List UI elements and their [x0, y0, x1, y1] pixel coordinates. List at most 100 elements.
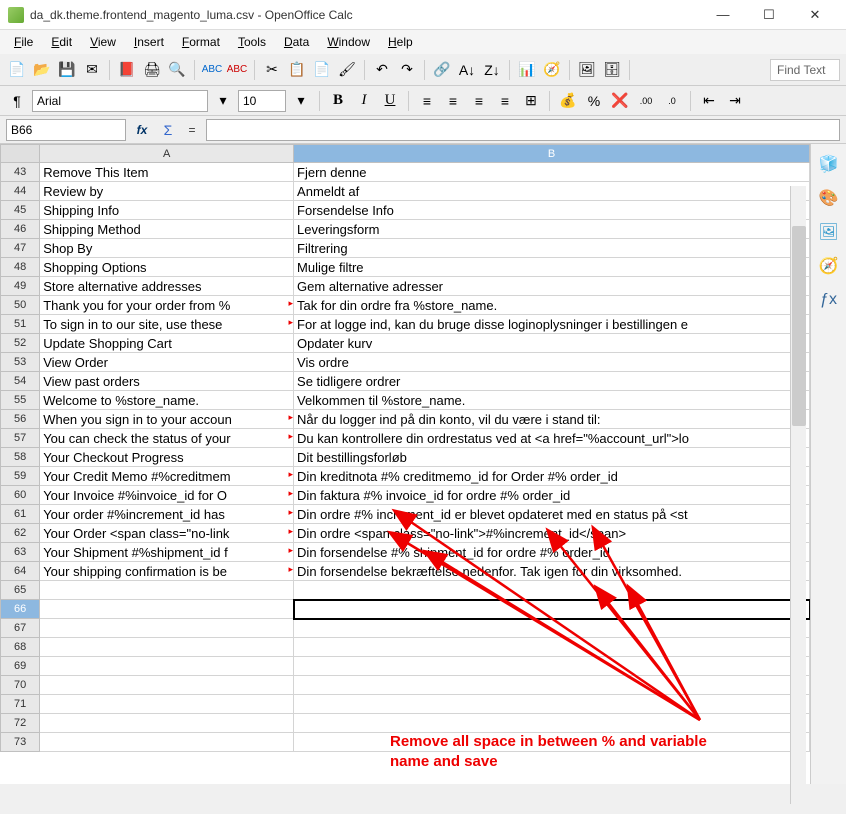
- open-icon[interactable]: 📂: [31, 59, 53, 81]
- cell[interactable]: Mulige filtre: [294, 258, 810, 277]
- row-header[interactable]: 73: [1, 733, 40, 752]
- cell[interactable]: [294, 657, 810, 676]
- add-decimal-icon[interactable]: .00: [635, 90, 657, 112]
- row-header[interactable]: 53: [1, 353, 40, 372]
- cell[interactable]: Din ordre #% increment_id er blevet opda…: [294, 505, 810, 524]
- cell[interactable]: Shop By: [40, 239, 294, 258]
- row-header[interactable]: 50: [1, 296, 40, 315]
- cell[interactable]: Dit bestillingsforløb: [294, 448, 810, 467]
- cell[interactable]: [294, 676, 810, 695]
- styles-icon[interactable]: ¶: [6, 90, 28, 112]
- cell[interactable]: [294, 581, 810, 600]
- row-header[interactable]: 61: [1, 505, 40, 524]
- row-header[interactable]: 71: [1, 695, 40, 714]
- row-header[interactable]: 44: [1, 182, 40, 201]
- bold-button[interactable]: B: [327, 90, 349, 112]
- spellcheck-icon[interactable]: ABC: [201, 59, 223, 81]
- decrease-indent-icon[interactable]: ⇤: [698, 90, 720, 112]
- cell[interactable]: Se tidligere ordrer: [294, 372, 810, 391]
- row-header[interactable]: 64: [1, 562, 40, 581]
- hyperlink-icon[interactable]: 🔗: [431, 59, 453, 81]
- datasource-icon[interactable]: 🗄: [601, 59, 623, 81]
- cell[interactable]: Vis ordre: [294, 353, 810, 372]
- cell[interactable]: Du kan kontrollere din ordrestatus ved a…: [294, 429, 810, 448]
- cell[interactable]: [294, 733, 810, 752]
- currency-icon[interactable]: 💰: [557, 90, 579, 112]
- cell[interactable]: Fjern denne: [294, 163, 810, 182]
- cell[interactable]: [294, 619, 810, 638]
- function-wizard-icon[interactable]: fx: [132, 120, 152, 140]
- standard-format-icon[interactable]: ❌: [609, 90, 631, 112]
- cell[interactable]: Når du logger ind på din konto, vil du v…: [294, 410, 810, 429]
- cell[interactable]: [40, 714, 294, 733]
- menu-help[interactable]: Help: [380, 33, 421, 51]
- sum-icon[interactable]: Σ: [158, 120, 178, 140]
- cell[interactable]: When you sign in to your accoun: [40, 410, 294, 429]
- row-header[interactable]: 67: [1, 619, 40, 638]
- font-size-input[interactable]: [238, 90, 286, 112]
- remove-decimal-icon[interactable]: .0: [661, 90, 683, 112]
- cell[interactable]: Opdater kurv: [294, 334, 810, 353]
- row-header[interactable]: 72: [1, 714, 40, 733]
- print-icon[interactable]: 🖨: [141, 59, 163, 81]
- column-header-a[interactable]: A: [40, 145, 294, 163]
- formula-input[interactable]: [206, 119, 840, 141]
- styles-pane-icon[interactable]: 🎨: [817, 186, 841, 210]
- underline-button[interactable]: U: [379, 90, 401, 112]
- copy-icon[interactable]: 📋: [286, 59, 308, 81]
- cell-reference-input[interactable]: [6, 119, 126, 141]
- row-header[interactable]: 66: [1, 600, 40, 619]
- minimize-button[interactable]: —: [700, 0, 746, 30]
- formatpaint-icon[interactable]: 🖌: [336, 59, 358, 81]
- menu-view[interactable]: View: [82, 33, 124, 51]
- preview-icon[interactable]: 🔍: [166, 59, 188, 81]
- cell[interactable]: [40, 581, 294, 600]
- menu-edit[interactable]: Edit: [43, 33, 80, 51]
- cell[interactable]: Shipping Method: [40, 220, 294, 239]
- row-header[interactable]: 52: [1, 334, 40, 353]
- cell[interactable]: [40, 657, 294, 676]
- cell[interactable]: Gem alternative adresser: [294, 277, 810, 296]
- pdf-icon[interactable]: 📕: [116, 59, 138, 81]
- cell[interactable]: Leveringsform: [294, 220, 810, 239]
- gallery-pane-icon[interactable]: 🖼: [817, 220, 841, 244]
- cell[interactable]: For at logge ind, kan du bruge disse log…: [294, 315, 810, 334]
- cell[interactable]: Your Order <span class="no-link: [40, 524, 294, 543]
- row-header[interactable]: 59: [1, 467, 40, 486]
- size-dropdown-icon[interactable]: ▾: [290, 90, 312, 112]
- menu-insert[interactable]: Insert: [126, 33, 172, 51]
- cell[interactable]: To sign in to our site, use these: [40, 315, 294, 334]
- align-center-icon[interactable]: ≡: [442, 90, 464, 112]
- spreadsheet-grid[interactable]: A B 43Remove This ItemFjern denne44Revie…: [0, 144, 810, 784]
- row-header[interactable]: 57: [1, 429, 40, 448]
- cell[interactable]: [40, 676, 294, 695]
- row-header[interactable]: 62: [1, 524, 40, 543]
- cell[interactable]: Din ordre <span class="no-link">#%increm…: [294, 524, 810, 543]
- row-header[interactable]: 60: [1, 486, 40, 505]
- font-name-input[interactable]: [32, 90, 208, 112]
- align-justify-icon[interactable]: ≡: [494, 90, 516, 112]
- font-dropdown-icon[interactable]: ▾: [212, 90, 234, 112]
- cell[interactable]: Din forsendelse bekræftelse nedenfor. Ta…: [294, 562, 810, 581]
- sort-asc-icon[interactable]: A↓: [456, 59, 478, 81]
- cell[interactable]: Din forsendelse #% shipment_id for ordre…: [294, 543, 810, 562]
- find-text-input[interactable]: Find Text: [770, 59, 840, 81]
- row-header[interactable]: 48: [1, 258, 40, 277]
- menu-data[interactable]: Data: [276, 33, 317, 51]
- column-header-b[interactable]: B: [294, 145, 810, 163]
- navigator-pane-icon[interactable]: 🧭: [817, 254, 841, 278]
- cell[interactable]: [294, 714, 810, 733]
- cell[interactable]: Din kreditnota #% creditmemo_id for Orde…: [294, 467, 810, 486]
- cell[interactable]: Forsendelse Info: [294, 201, 810, 220]
- cell[interactable]: [294, 695, 810, 714]
- undo-icon[interactable]: ↶: [371, 59, 393, 81]
- percent-icon[interactable]: %: [583, 90, 605, 112]
- cell[interactable]: [294, 638, 810, 657]
- cell[interactable]: Store alternative addresses: [40, 277, 294, 296]
- cell[interactable]: Din faktura #% invoice_id for ordre #% o…: [294, 486, 810, 505]
- row-header[interactable]: 65: [1, 581, 40, 600]
- gallery-icon[interactable]: 🖼: [576, 59, 598, 81]
- maximize-button[interactable]: ☐: [746, 0, 792, 30]
- row-header[interactable]: 46: [1, 220, 40, 239]
- cell[interactable]: Thank you for your order from %: [40, 296, 294, 315]
